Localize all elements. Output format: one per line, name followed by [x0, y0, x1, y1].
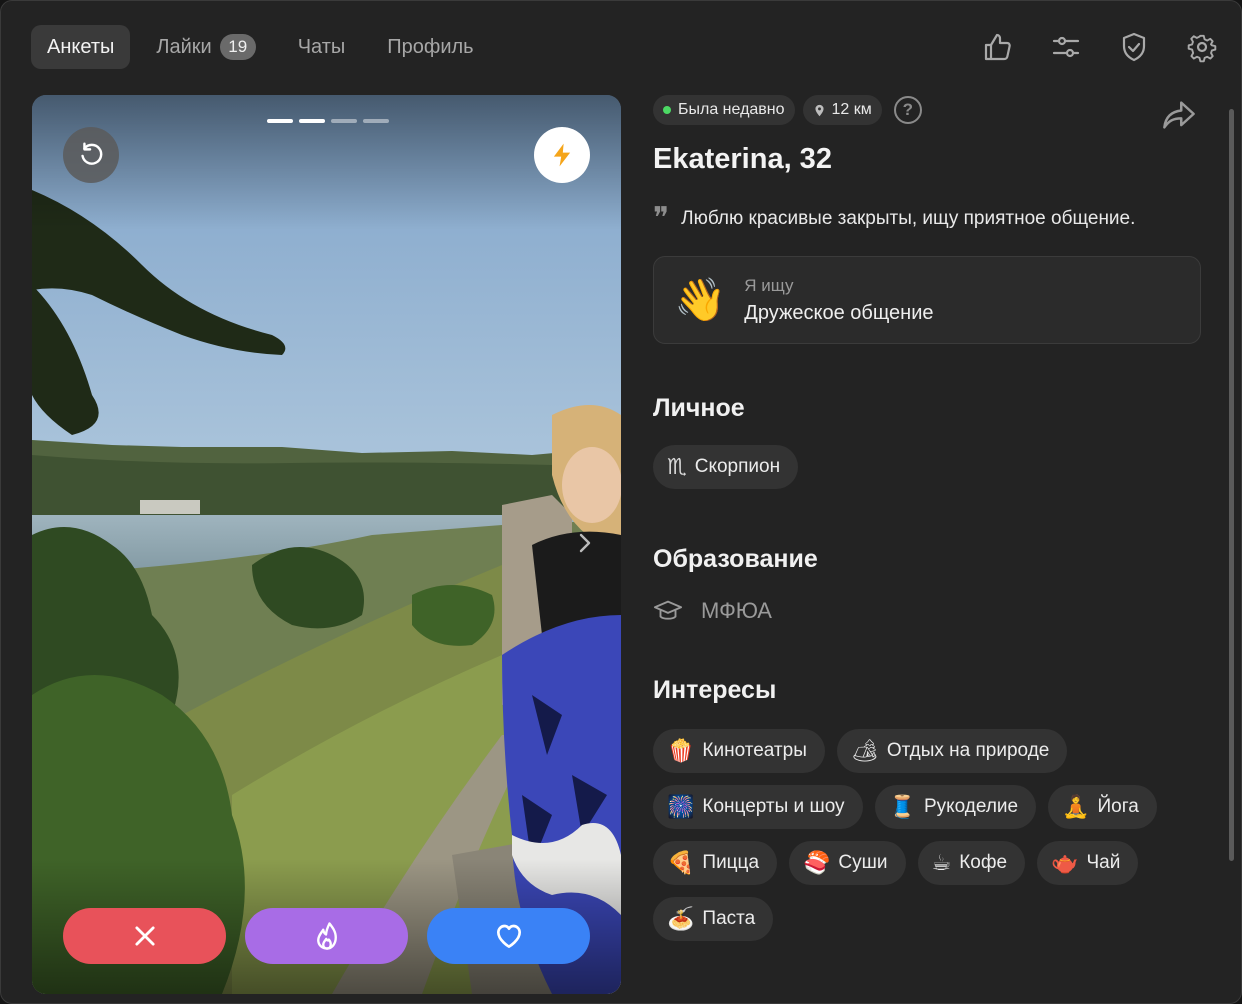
personal-list: ♏ Скорпион — [653, 445, 1201, 489]
section-title-personal: Личное — [653, 394, 745, 422]
interest-label: Кинотеатры — [702, 740, 807, 761]
education-value: МФЮА — [701, 598, 772, 623]
thread-icon: 🧵 — [888, 794, 916, 819]
profile-info: Была недавно 12 км ? Ekaterina, 32 ❞ Люб… — [653, 95, 1201, 941]
tab-label: Лайки — [156, 35, 212, 58]
education-item: МФЮА — [653, 596, 1201, 626]
profile-bio: ❞ Люблю красивые закрыты, ищу приятное о… — [653, 201, 1201, 236]
interest-pill: ☕ Кофе — [917, 841, 1026, 885]
profile-meta: Была недавно 12 км ? — [653, 95, 1201, 125]
section-title-education: Образование — [653, 545, 818, 573]
scrollbar[interactable] — [1229, 109, 1234, 861]
interest-pill: 🍿 Кинотеатры — [653, 729, 825, 773]
undo-button[interactable] — [63, 127, 119, 183]
bio-text: Люблю красивые закрыты, ищу приятное общ… — [681, 208, 1136, 229]
interest-pill: 🍣 Суши — [789, 841, 906, 885]
coffee-icon: ☕ — [931, 850, 952, 875]
app-window: Анкеты Лайки 19 Чаты Профиль Была недавн… — [0, 0, 1242, 1004]
interest-pill: 🏕 Отдых на природе — [836, 729, 1068, 773]
sushi-icon: 🍣 — [803, 850, 831, 875]
waving-hand-icon: 👋 — [674, 275, 727, 323]
popcorn-icon: 🍿 — [667, 738, 695, 763]
like-button[interactable] — [427, 908, 590, 964]
distance-text: 12 км — [831, 101, 872, 118]
fire-icon — [316, 922, 337, 950]
pager-dot[interactable] — [267, 119, 293, 123]
interest-label: Чай — [1086, 852, 1121, 873]
interest-label: Рукоделие — [923, 796, 1019, 817]
pager-dot[interactable] — [299, 119, 325, 123]
interest-pill: 🎆 Концерты и шоу — [653, 785, 863, 829]
interest-label: Кофе — [959, 852, 1008, 873]
tab-ankety[interactable]: Анкеты — [31, 25, 131, 69]
quote-icon: ❞ — [653, 201, 670, 236]
zodiac-pill: ♏ Скорпион — [653, 445, 799, 489]
zodiac-label: Скорпион — [694, 456, 781, 477]
looking-for-label: Я ищу — [744, 275, 794, 295]
undo-icon — [81, 142, 103, 165]
looking-for-value: Дружеское общение — [744, 301, 934, 324]
interest-label: Йога — [1097, 796, 1139, 817]
tab-profile[interactable]: Профиль — [371, 25, 489, 69]
pizza-icon: 🍕 — [667, 850, 695, 875]
interest-label: Концерты и шоу — [702, 796, 845, 817]
interest-label: Отдых на природе — [886, 740, 1050, 761]
location-pin-icon — [814, 104, 824, 116]
interests-list: 🍿 Кинотеатры 🏕 Отдых на природе 🎆 Концерты … — [653, 729, 1193, 941]
profile-photo — [32, 95, 621, 994]
tab-label: Чаты — [297, 35, 346, 58]
pager-dot[interactable] — [331, 119, 357, 123]
graduation-cap-icon — [653, 600, 683, 620]
status-text: Была недавно — [678, 101, 785, 118]
interest-pill: 🍝 Паста — [653, 897, 774, 941]
online-dot-icon — [663, 106, 671, 114]
tab-label: Анкеты — [47, 35, 115, 58]
tab-likes[interactable]: Лайки 19 — [140, 25, 271, 69]
boost-button[interactable] — [534, 127, 590, 183]
tab-label: Профиль — [387, 35, 474, 58]
swipe-actions — [63, 908, 590, 964]
heart-icon — [496, 924, 521, 948]
profile-name: Ekaterina, 32 — [653, 143, 832, 175]
looking-for-card: 👋 Я ищу Дружеское общение — [653, 256, 1201, 344]
camping-icon: 🏕 — [850, 738, 879, 763]
lightning-icon — [553, 143, 571, 167]
yoga-icon: 🧘 — [1062, 794, 1090, 819]
gear-icon[interactable] — [1179, 25, 1225, 69]
main-nav: Анкеты Лайки 19 Чаты Профиль — [31, 25, 500, 69]
fireworks-icon: 🎆 — [667, 794, 695, 819]
dislike-button[interactable] — [63, 908, 226, 964]
photo-pager — [267, 119, 389, 123]
section-title-interests: Интересы — [653, 676, 777, 704]
interest-label: Пицца — [702, 852, 760, 873]
interest-pill: 🫖 Чай — [1037, 841, 1139, 885]
profile-photo-card[interactable] — [32, 95, 621, 994]
online-status-badge: Была недавно — [653, 95, 795, 125]
interest-label: Суши — [838, 852, 888, 873]
close-icon — [134, 926, 155, 946]
pager-dot[interactable] — [363, 119, 389, 123]
distance-badge: 12 км — [802, 95, 882, 125]
shield-check-icon[interactable] — [1111, 25, 1157, 69]
sliders-icon[interactable] — [1043, 25, 1089, 69]
likes-count-badge: 19 — [219, 34, 256, 60]
interest-label: Паста — [702, 908, 756, 929]
tab-chats[interactable]: Чаты — [282, 25, 362, 69]
interest-pill: 🧵 Рукоделие — [874, 785, 1037, 829]
next-photo-arrow-icon[interactable] — [570, 529, 598, 557]
top-toolbar — [975, 25, 1225, 69]
superlike-button[interactable] — [245, 908, 408, 964]
interest-pill: 🧘 Йога — [1048, 785, 1157, 829]
help-icon[interactable]: ? — [893, 96, 922, 124]
teapot-icon: 🫖 — [1051, 850, 1079, 875]
interest-pill: 🍕 Пицца — [653, 841, 778, 885]
thumbs-up-icon[interactable] — [975, 25, 1021, 69]
pasta-icon: 🍝 — [667, 906, 695, 931]
zodiac-icon: ♏ — [667, 454, 687, 479]
